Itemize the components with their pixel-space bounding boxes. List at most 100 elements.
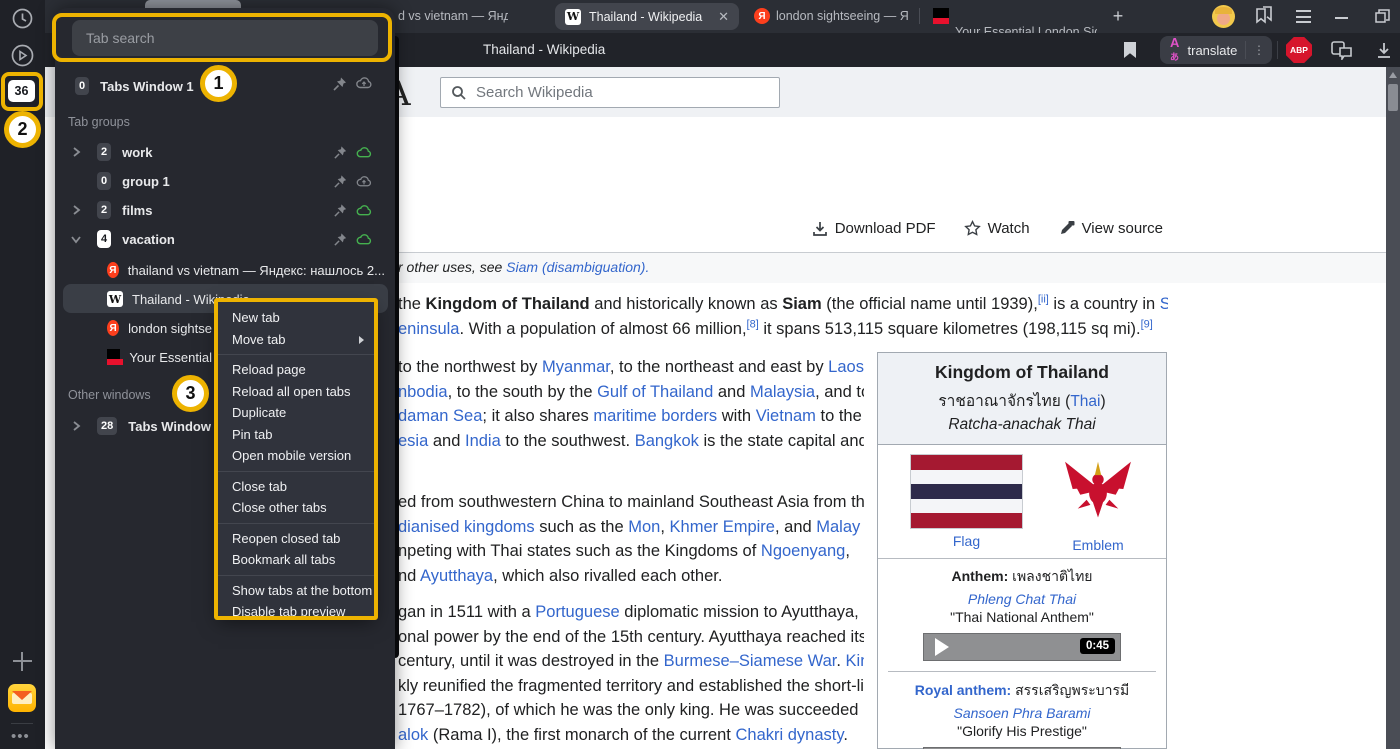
pin-icon[interactable] bbox=[333, 145, 348, 160]
submenu-arrow-icon bbox=[359, 336, 364, 344]
translate-button[interactable]: Aあ translate ⋮ bbox=[1160, 36, 1272, 64]
garuda-emblem-image[interactable] bbox=[1060, 449, 1136, 529]
group-name: group 1 bbox=[122, 174, 170, 189]
paragraph-line: to the northwest by Myanmar, to the nort… bbox=[398, 355, 864, 380]
scrollbar-thumb[interactable] bbox=[1388, 84, 1398, 111]
wikipedia-search-input[interactable] bbox=[474, 83, 779, 102]
protect-extension-icon[interactable] bbox=[1330, 40, 1354, 60]
menu-item-reload-page[interactable]: Reload page bbox=[218, 359, 374, 381]
rail-more-icon[interactable]: ••• bbox=[11, 728, 30, 745]
panel-tab-thailand-search[interactable]: Я thailand vs vietnam — Яндекс: нашлось … bbox=[107, 260, 385, 280]
rail-add-icon[interactable] bbox=[13, 652, 32, 671]
group-row-work[interactable]: 2 work bbox=[97, 142, 307, 162]
minimize-icon[interactable] bbox=[1335, 17, 1348, 19]
history-icon[interactable] bbox=[12, 8, 33, 29]
panel-tab-title: thailand vs vietnam — Яндекс: нашлось 2.… bbox=[128, 263, 385, 278]
menu-item-disable-preview[interactable]: Disable tab preview bbox=[218, 601, 374, 623]
annotation-step-2: 2 bbox=[4, 111, 41, 148]
paragraph-line: alok (Rama I), the first monarch of the … bbox=[398, 723, 864, 748]
wikipedia-search-box[interactable] bbox=[440, 77, 780, 108]
flag-link[interactable]: Flag bbox=[910, 533, 1023, 549]
menu-item-bookmark-all[interactable]: Bookmark all tabs bbox=[218, 549, 374, 571]
cloud-synced-icon[interactable] bbox=[355, 203, 373, 218]
window1-count-badge: 0 bbox=[75, 77, 89, 95]
chevron-down-icon[interactable] bbox=[70, 234, 82, 244]
pin-icon[interactable] bbox=[333, 232, 348, 247]
tab-thailand-active[interactable]: W Thailand - Wikipedia ✕ bbox=[555, 3, 739, 30]
chevron-right-icon[interactable] bbox=[71, 204, 81, 216]
infobox-native-name: ราชอาณาจักรไทย (Thai) bbox=[884, 388, 1160, 413]
menu-separator bbox=[218, 575, 374, 576]
thailand-flag-image[interactable] bbox=[910, 454, 1023, 529]
menu-item-open-mobile[interactable]: Open mobile version bbox=[218, 445, 374, 467]
scroll-up-arrow-icon[interactable] bbox=[1389, 72, 1397, 78]
menu-item-new-tab[interactable]: New tab bbox=[218, 307, 374, 329]
paragraph-line: 1767–1782), of which he was the only kin… bbox=[398, 698, 864, 723]
royal-anthem-translation: "Glorify His Prestige" bbox=[878, 723, 1166, 739]
window2-count-badge: 28 bbox=[97, 417, 117, 435]
collections-icon[interactable] bbox=[1253, 6, 1275, 31]
browser-window: A Download PDF Watch View sourc bbox=[0, 0, 1400, 749]
menu-item-duplicate[interactable]: Duplicate bbox=[218, 402, 374, 424]
menu-item-tabs-bottom[interactable]: Show tabs at the bottom bbox=[218, 580, 374, 602]
cloud-synced-icon[interactable] bbox=[355, 145, 373, 160]
bookmark-icon[interactable] bbox=[1123, 41, 1137, 59]
restore-icon[interactable] bbox=[1375, 9, 1390, 29]
anthem-audio-player[interactable]: 0:45 bbox=[923, 633, 1121, 661]
avatar[interactable] bbox=[1212, 5, 1235, 28]
omnibox-title[interactable]: Thailand - Wikipedia bbox=[483, 33, 703, 67]
star-icon bbox=[964, 220, 981, 237]
play-icon[interactable] bbox=[935, 638, 949, 656]
tab-search-input[interactable] bbox=[72, 20, 378, 56]
wikipedia-favicon: W bbox=[565, 9, 581, 25]
chevron-right-icon[interactable] bbox=[71, 420, 81, 432]
page-scrollbar[interactable] bbox=[1386, 67, 1400, 749]
download-pdf-icon bbox=[812, 221, 828, 237]
royal-anthem-name-link[interactable]: Sansoen Phra Barami bbox=[878, 705, 1166, 721]
yandex-favicon: Я bbox=[107, 262, 119, 278]
watch-button[interactable]: Watch bbox=[964, 220, 1030, 237]
tab-partial[interactable]: d vs vietnam — Янд bbox=[398, 0, 508, 33]
cloud-synced-icon[interactable] bbox=[355, 232, 373, 247]
yandex-mail-icon[interactable] bbox=[8, 684, 36, 712]
menu-item-reopen-closed[interactable]: Reopen closed tab bbox=[218, 528, 374, 550]
group-row-vacation[interactable]: 4 vacation bbox=[97, 229, 307, 249]
cloud-upload-icon[interactable] bbox=[355, 174, 373, 189]
pin-icon[interactable] bbox=[333, 203, 348, 218]
pin-icon[interactable] bbox=[333, 174, 348, 189]
pin-icon[interactable] bbox=[332, 76, 348, 92]
translate-more-icon[interactable]: ⋮ bbox=[1246, 43, 1272, 57]
menu-separator bbox=[218, 471, 374, 472]
paragraph-line: daman Sea; it also shares maritime borde… bbox=[398, 404, 864, 429]
adblock-plus-icon[interactable]: ABP bbox=[1286, 37, 1312, 63]
group-row-group1[interactable]: 0 group 1 bbox=[97, 171, 307, 191]
download-pdf-button[interactable]: Download PDF bbox=[812, 220, 936, 237]
group-count-badge: 2 bbox=[97, 143, 111, 161]
menu-item-reload-all[interactable]: Reload all open tabs bbox=[218, 381, 374, 403]
panel-tab-timeout[interactable]: Your Essential bbox=[107, 347, 212, 367]
tab-london[interactable]: london sightseeing — Янд bbox=[776, 0, 908, 33]
group-row-films[interactable]: 2 films bbox=[97, 200, 307, 220]
cloud-upload-icon[interactable] bbox=[355, 75, 373, 91]
paragraph-line: eninsula. With a population of almost 66… bbox=[398, 317, 1168, 342]
menu-item-close-tab[interactable]: Close tab bbox=[218, 476, 374, 498]
menu-item-close-other[interactable]: Close other tabs bbox=[218, 497, 374, 519]
anthem-duration: 0:45 bbox=[1080, 638, 1115, 654]
paragraph-intro: the Kingdom of Thailand and historically… bbox=[398, 292, 1168, 341]
menu-item-move-tab[interactable]: Move tab bbox=[218, 329, 374, 351]
emblem-link[interactable]: Emblem bbox=[1060, 537, 1136, 553]
downloads-icon[interactable] bbox=[1375, 41, 1393, 59]
paragraph-line: nbodia, to the south by the Gulf of Thai… bbox=[398, 380, 864, 405]
translate-label: translate bbox=[1188, 43, 1238, 58]
close-tab-icon[interactable]: ✕ bbox=[718, 9, 729, 25]
tab-counter-badge[interactable]: 36 bbox=[8, 80, 35, 102]
panel-tab-london[interactable]: Я london sightse bbox=[107, 318, 212, 338]
menu-item-pin-tab[interactable]: Pin tab bbox=[218, 424, 374, 446]
anthem-name-link[interactable]: Phleng Chat Thai bbox=[878, 591, 1166, 607]
pencil-lock-icon bbox=[1058, 220, 1075, 237]
chevron-right-icon[interactable] bbox=[71, 146, 81, 158]
view-source-button[interactable]: View source bbox=[1058, 220, 1163, 237]
menu-icon[interactable] bbox=[1296, 10, 1311, 23]
new-tab-button[interactable]: + bbox=[1105, 4, 1131, 29]
play-sessions-icon[interactable] bbox=[11, 44, 34, 67]
